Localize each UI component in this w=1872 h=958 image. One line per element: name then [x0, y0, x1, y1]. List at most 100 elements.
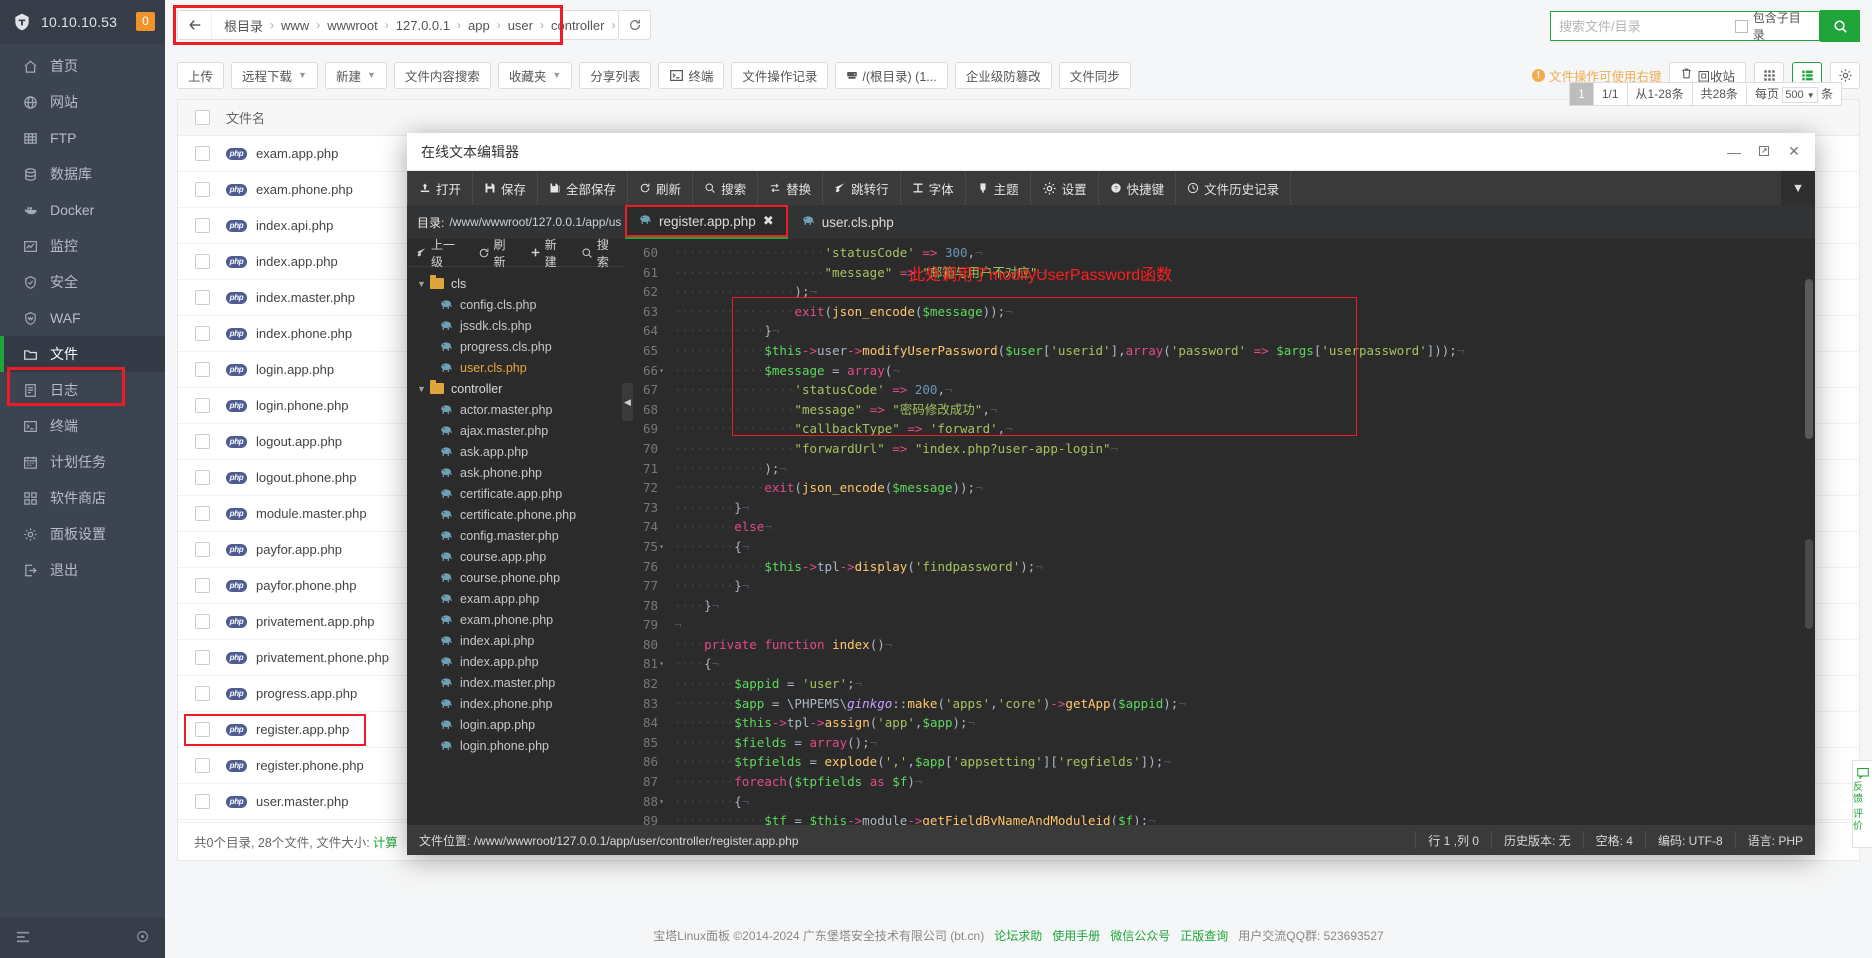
row-checkbox-cell[interactable]	[178, 722, 226, 737]
footer-link[interactable]: 使用手册	[1052, 929, 1100, 943]
breadcrumb-segment[interactable]: www	[279, 18, 311, 33]
tree-file[interactable]: exam.app.php	[407, 588, 624, 609]
tree-file[interactable]: login.phone.php	[407, 735, 624, 756]
status-language[interactable]: 语言: PHP	[1734, 831, 1815, 849]
notification-badge[interactable]: 0	[136, 12, 155, 31]
minimize-icon[interactable]: —	[1727, 144, 1741, 160]
include-subdir-toggle[interactable]: 包含子目录	[1735, 9, 1811, 43]
sidebar-item-计划任务[interactable]: 计划任务	[0, 444, 165, 480]
tree-file[interactable]: login.app.php	[407, 714, 624, 735]
editor-tool-字体[interactable]: 字体	[901, 171, 966, 205]
row-checkbox-cell[interactable]	[178, 182, 226, 197]
row-checkbox-cell[interactable]	[178, 470, 226, 485]
code-vertical-scrollbar[interactable]	[1805, 279, 1813, 439]
row-checkbox[interactable]	[194, 470, 210, 485]
tree-file[interactable]: ask.phone.php	[407, 462, 624, 483]
row-checkbox[interactable]	[194, 182, 210, 197]
editor-tool-保存[interactable]: 保存	[473, 171, 539, 205]
row-checkbox-cell[interactable]	[178, 578, 226, 593]
chevron-down-icon[interactable]: ▼	[417, 279, 430, 289]
sidebar-item-WAF[interactable]: WAF	[0, 300, 165, 336]
editor-tool-文件历史记录[interactable]: 文件历史记录	[1176, 171, 1292, 205]
tree-file[interactable]: certificate.app.php	[407, 483, 624, 504]
tree-file[interactable]: certificate.phone.php	[407, 504, 624, 525]
row-checkbox-cell[interactable]	[178, 506, 226, 521]
search-input[interactable]	[1559, 18, 1735, 34]
toolbar-button-文件操作记录[interactable]: 文件操作记录	[731, 61, 829, 89]
row-checkbox-cell[interactable]	[178, 398, 226, 413]
row-checkbox-cell[interactable]	[178, 290, 226, 305]
collapse-sidebar-icon[interactable]	[16, 930, 30, 947]
tree-file[interactable]: user.cls.php	[407, 357, 624, 378]
row-checkbox[interactable]	[194, 362, 210, 377]
editor-tab-register.app.php[interactable]: register.app.php ✖	[625, 205, 788, 239]
close-icon[interactable]: ✕	[1787, 143, 1801, 160]
row-checkbox[interactable]	[194, 650, 210, 665]
editor-tool-打开[interactable]: 打开	[407, 171, 474, 205]
fold-marker[interactable]: ▾	[659, 654, 664, 674]
toolbar-button-新建[interactable]: 新建 ▼	[324, 61, 387, 89]
row-checkbox[interactable]	[194, 254, 210, 269]
sidebar-item-面板设置[interactable]: 面板设置	[0, 516, 165, 552]
row-checkbox-cell[interactable]	[178, 542, 226, 557]
row-checkbox-cell[interactable]	[178, 254, 226, 269]
tree-file[interactable]: index.phone.php	[407, 693, 624, 714]
editor-tool-跳转行[interactable]: 跳转行	[823, 171, 901, 205]
row-checkbox[interactable]	[194, 794, 210, 809]
sidebar-item-Docker[interactable]: Docker	[0, 192, 165, 228]
row-checkbox[interactable]	[194, 290, 210, 305]
row-checkbox-cell[interactable]	[178, 434, 226, 449]
row-checkbox-cell[interactable]	[178, 614, 226, 629]
row-checkbox[interactable]	[194, 398, 210, 413]
tree-tool-新建[interactable]: 新建	[521, 236, 572, 270]
toolbar-button-根目录1[interactable]: /(根目录) (1...	[835, 61, 948, 89]
editor-tab-user.cls.php[interactable]: user.cls.php	[788, 205, 908, 239]
row-checkbox[interactable]	[194, 758, 210, 773]
breadcrumb-segment[interactable]: wwwroot	[325, 18, 380, 33]
status-history[interactable]: 历史版本: 无	[1490, 831, 1583, 849]
status-encoding[interactable]: 编码: UTF-8	[1644, 831, 1735, 849]
toolbar-button-文件同步[interactable]: 文件同步	[1058, 61, 1131, 89]
breadcrumb-segment[interactable]: user	[506, 18, 535, 33]
status-indent[interactable]: 空格: 4	[1582, 831, 1645, 849]
calc-size-link[interactable]: 计算	[373, 832, 398, 851]
editor-toolbar-expand-icon[interactable]: ▼	[1781, 171, 1815, 205]
breadcrumb-segment[interactable]: app	[466, 18, 492, 33]
row-checkbox-cell[interactable]	[178, 146, 226, 161]
back-arrow-icon[interactable]	[178, 11, 212, 39]
code-content[interactable]: ····················'statusCode' => 300,…	[666, 239, 1815, 825]
tree-file[interactable]: config.cls.php	[407, 294, 624, 315]
sidebar-item-网站[interactable]: 网站	[0, 84, 165, 120]
select-all-cell[interactable]	[178, 110, 226, 125]
code-editor[interactable]: 60 61 62 63 64 65 66 ▾ 67 68 69 70 71 72 73 74 75 ▾ 76 77 78…	[624, 239, 1815, 825]
editor-tool-主题[interactable]: 主题	[966, 171, 1031, 205]
toolbar-button-收藏夹[interactable]: 收藏夹 ▼	[497, 61, 573, 89]
tree-file[interactable]: ask.app.php	[407, 441, 624, 462]
sidebar-item-安全[interactable]: 安全	[0, 264, 165, 300]
row-checkbox-cell[interactable]	[178, 758, 226, 773]
editor-tool-刷新[interactable]: 刷新	[628, 171, 694, 205]
code-vertical-scrollbar-secondary[interactable]	[1805, 539, 1813, 629]
row-checkbox[interactable]	[194, 506, 210, 521]
row-checkbox[interactable]	[194, 578, 210, 593]
sidebar-item-终端[interactable]: 终端	[0, 408, 165, 444]
tree-file[interactable]: course.phone.php	[407, 567, 624, 588]
footer-link[interactable]: 微信公众号	[1110, 929, 1170, 943]
sidebar-item-日志[interactable]: 日志	[0, 372, 165, 408]
search-button[interactable]	[1820, 10, 1860, 42]
row-checkbox[interactable]	[194, 434, 210, 449]
tree-file[interactable]: ajax.master.php	[407, 420, 624, 441]
tree-tool-上一级[interactable]: 上一级	[407, 236, 469, 270]
toolbar-button-分享列表[interactable]: 分享列表	[579, 61, 652, 89]
toolbar-button-上传[interactable]: 上传	[177, 61, 225, 89]
row-checkbox-cell[interactable]	[178, 794, 226, 809]
tree-file[interactable]: index.app.php	[407, 651, 624, 672]
include-subdir-checkbox[interactable]	[1735, 19, 1748, 33]
editor-tool-快捷键[interactable]: ? 快捷键	[1099, 171, 1177, 205]
tree-file[interactable]: index.api.php	[407, 630, 624, 651]
row-checkbox-cell[interactable]	[178, 362, 226, 377]
row-checkbox-cell[interactable]	[178, 686, 226, 701]
maximize-icon[interactable]	[1757, 144, 1771, 160]
row-checkbox[interactable]	[194, 542, 210, 557]
fold-marker[interactable]: ▾	[659, 361, 664, 381]
